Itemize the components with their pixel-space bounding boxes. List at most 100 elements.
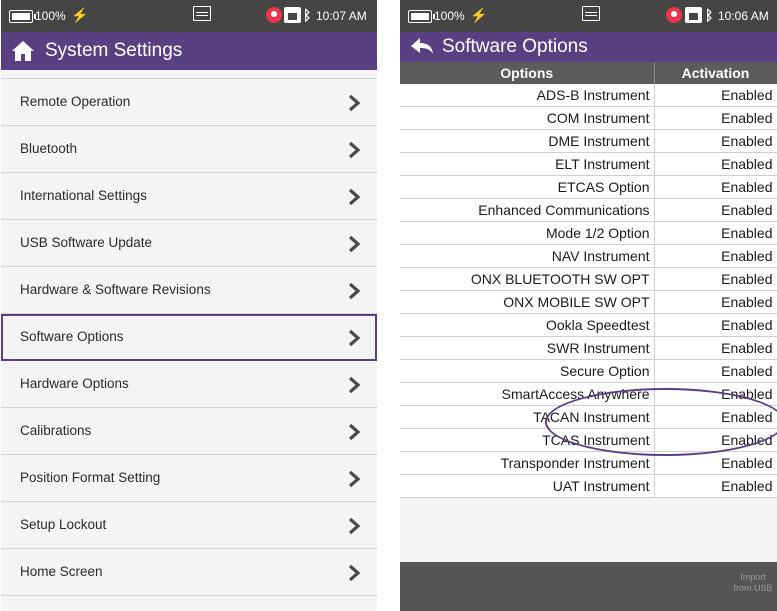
column-header-activation[interactable]: Activation [654, 62, 777, 84]
menu-item[interactable]: Bluetooth [1, 126, 377, 173]
option-name-cell: DME Instrument [400, 129, 655, 153]
option-name-cell: ONX MOBILE SW OPT [400, 290, 655, 314]
option-name-cell: TACAN Instrument [400, 405, 655, 429]
menu-item[interactable]: Setup Lockout [1, 502, 377, 549]
menu-item[interactable]: USB Software Update [1, 220, 377, 267]
menu-item-label: Calibrations [20, 423, 92, 438]
menu-item-label: Position Format Setting [20, 470, 161, 485]
option-name-cell: SWR Instrument [400, 336, 655, 360]
option-name-cell: Mode 1/2 Option [400, 221, 655, 245]
home-icon[interactable] [11, 40, 35, 62]
menu-item[interactable]: Software Options [1, 314, 377, 361]
option-name-cell: Enhanced Communications [400, 198, 655, 222]
option-name-cell: ONX BLUETOOTH SW OPT [400, 267, 655, 291]
menu-item[interactable]: International Settings [1, 173, 377, 220]
title-bar: Software Options [400, 32, 777, 62]
table-row[interactable]: TCAS Instrument Enabled [400, 428, 777, 452]
table-row[interactable]: Enhanced Communications Enabled [400, 198, 777, 222]
table-row[interactable]: TACAN Instrument Enabled [400, 405, 777, 429]
table-row[interactable]: Secure Option Enabled [400, 359, 777, 383]
menu-item[interactable]: Calibrations [1, 408, 377, 455]
menu-item-label: Bluetooth [20, 141, 78, 156]
options-table: Options Activation ADS-B Instrument Enabl… [400, 62, 777, 498]
activation-cell: Enabled [654, 405, 777, 429]
option-name-cell: ETCAS Option [400, 175, 655, 199]
system-settings-screen: 100% ⚡ ᛒ 10:07 AM System Settings Remote… [1, 0, 377, 611]
table-row[interactable]: COM Instrument Enabled [400, 106, 777, 130]
status-bar: 100% ⚡ ᛒ 10:07 AM [1, 0, 377, 32]
home-status-icon [284, 7, 301, 23]
page-title: Software Options [442, 36, 588, 57]
menu-item-label: Setup Lockout [20, 517, 107, 532]
menu-item[interactable]: Hardware Options [1, 361, 377, 408]
battery-icon [408, 10, 435, 23]
activation-cell: Enabled [654, 474, 777, 498]
menu-item-label: International Settings [20, 188, 147, 203]
menu-item-label: Hardware & Software Revisions [20, 282, 211, 297]
table-row[interactable]: NAV Instrument Enabled [400, 244, 777, 268]
bottom-action-bar: Import from USB [400, 562, 777, 611]
menu-item-label: Hardware Options [20, 376, 129, 391]
table-row[interactable]: SWR Instrument Enabled [400, 336, 777, 360]
charging-icon: ⚡ [71, 7, 89, 23]
table-row[interactable]: ONX MOBILE SW OPT Enabled [400, 290, 777, 314]
title-bar: System Settings [1, 32, 377, 70]
keyboard-icon [193, 6, 211, 21]
table-row[interactable]: SmartAccess Anywhere Enabled [400, 382, 777, 406]
table-row[interactable]: ADS-B Instrument Enabled [400, 84, 777, 107]
activation-cell: Enabled [654, 198, 777, 222]
option-name-cell: UAT Instrument [400, 474, 655, 498]
status-bar: 100% ⚡ ᛒ 10:06 AM [400, 0, 777, 32]
settings-menu: Remote Operation Bluetooth International S… [1, 79, 377, 596]
table-row[interactable]: ELT Instrument Enabled [400, 152, 777, 176]
activation-cell: Enabled [654, 244, 777, 268]
activation-cell: Enabled [654, 382, 777, 406]
chevron-right-icon [348, 423, 361, 441]
keyboard-icon [582, 6, 600, 21]
table-row[interactable]: ETCAS Option Enabled [400, 175, 777, 199]
column-header-options[interactable]: Options [400, 62, 655, 84]
activation-cell: Enabled [654, 221, 777, 245]
menu-item-label: Remote Operation [20, 94, 131, 109]
menu-item[interactable]: Remote Operation [1, 79, 377, 126]
bluetooth-icon: ᛒ [303, 7, 312, 23]
menu-item[interactable]: Hardware & Software Revisions [1, 267, 377, 314]
activation-cell: Enabled [654, 359, 777, 383]
page-title: System Settings [45, 40, 183, 61]
battery-icon [9, 10, 36, 23]
table-row[interactable]: Mode 1/2 Option Enabled [400, 221, 777, 245]
chevron-right-icon [348, 282, 361, 300]
chevron-right-icon [348, 94, 361, 112]
chevron-right-icon [348, 235, 361, 253]
table-row[interactable]: Transponder Instrument Enabled [400, 451, 777, 475]
clock: 10:06 AM [718, 9, 769, 23]
table-row[interactable]: Ookla Speedtest Enabled [400, 313, 777, 337]
clock: 10:07 AM [316, 9, 367, 23]
menu-item-label: USB Software Update [20, 235, 153, 250]
menu-item[interactable]: Home Screen [1, 549, 377, 596]
option-name-cell: Ookla Speedtest [400, 313, 655, 337]
menu-item-label: Software Options [20, 329, 124, 344]
home-status-icon [685, 7, 702, 23]
menu-item[interactable]: Position Format Setting [1, 455, 377, 502]
menu-item-label: Home Screen [20, 564, 103, 579]
activation-cell: Enabled [654, 267, 777, 291]
activation-cell: Enabled [654, 175, 777, 199]
bluetooth-icon: ᛒ [705, 7, 714, 23]
menu-top-spacer [1, 70, 377, 79]
chevron-right-icon [348, 564, 361, 582]
import-from-usb-button[interactable]: Import from USB [731, 572, 775, 594]
activation-cell: Enabled [654, 428, 777, 452]
option-name-cell: COM Instrument [400, 106, 655, 130]
chevron-right-icon [348, 329, 361, 347]
table-row[interactable]: ONX BLUETOOTH SW OPT Enabled [400, 267, 777, 291]
chevron-right-icon [348, 470, 361, 488]
back-arrow-icon[interactable] [410, 37, 434, 57]
table-row[interactable]: UAT Instrument Enabled [400, 474, 777, 498]
option-name-cell: Secure Option [400, 359, 655, 383]
chevron-right-icon [348, 141, 361, 159]
option-name-cell: NAV Instrument [400, 244, 655, 268]
activation-cell: Enabled [654, 313, 777, 337]
chevron-right-icon [348, 188, 361, 206]
table-row[interactable]: DME Instrument Enabled [400, 129, 777, 153]
